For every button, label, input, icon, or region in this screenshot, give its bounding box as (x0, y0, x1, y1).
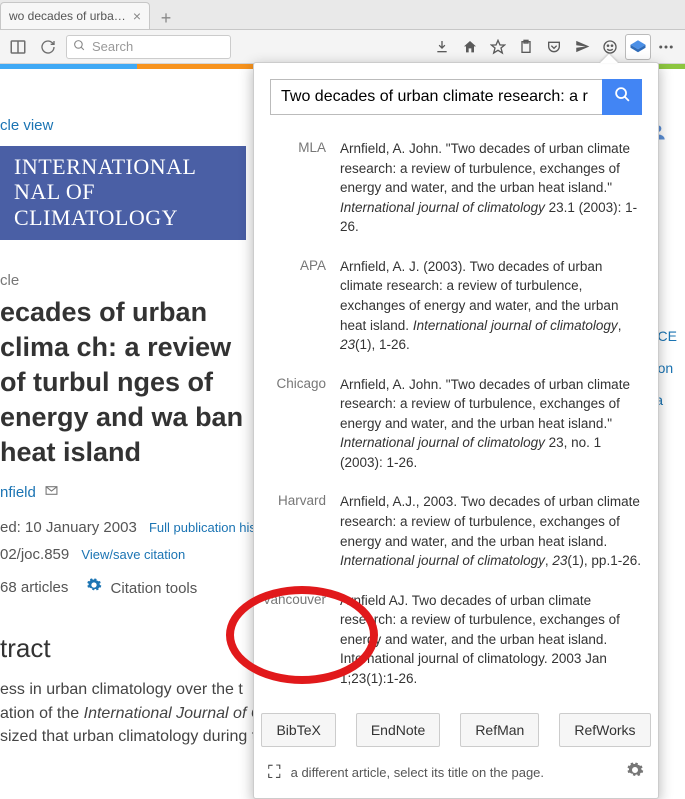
export-row: BibTeX EndNote RefMan RefWorks (254, 699, 658, 755)
tab-title: wo decades of urban clim… (9, 9, 127, 23)
citation-style-harvard[interactable]: Harvard Arnfield, A.J., 2003. Two decade… (254, 482, 658, 580)
tab-strip: wo decades of urban clim… × + (0, 0, 685, 30)
citation-search-button[interactable] (602, 79, 642, 115)
close-tab-icon[interactable]: × (133, 8, 141, 24)
doi-text: 02/joc.859 (0, 546, 69, 563)
cited-by-count[interactable]: 68 articles (0, 579, 68, 596)
author-link[interactable]: nfield (0, 484, 36, 501)
send-icon[interactable] (569, 34, 595, 60)
citation-style-mla[interactable]: MLA Arnfield, A. John. "Two decades of u… (254, 129, 658, 247)
article-title: ecades of urban clima ch: a review of tu… (0, 295, 246, 470)
citation-style-vancouver[interactable]: Vancouver Arnfield AJ. Two decades of ur… (254, 581, 658, 699)
downloads-icon[interactable] (429, 34, 455, 60)
export-bibtex-button[interactable]: BibTeX (261, 713, 335, 747)
view-save-citation[interactable]: View/save citation (81, 547, 185, 562)
gear-icon (86, 580, 106, 597)
citation-popup: MLA Arnfield, A. John. "Two decades of u… (253, 62, 659, 799)
pocket-icon[interactable] (541, 34, 567, 60)
search-icon (73, 39, 86, 55)
pub-history-link[interactable]: Full publication hist (149, 520, 260, 535)
bookmark-star-icon[interactable] (485, 34, 511, 60)
browser-tab[interactable]: wo decades of urban clim… × (0, 2, 150, 29)
citation-list: MLA Arnfield, A. John. "Two decades of u… (254, 129, 658, 699)
clipboard-icon[interactable] (513, 34, 539, 60)
published-date: 10 January 2003 (25, 519, 137, 536)
citation-style-chicago[interactable]: Chicago Arnfield, A. John. "Two decades … (254, 365, 658, 483)
popup-hint: a different article, select its title on… (291, 765, 544, 780)
reader-view-icon[interactable] (6, 35, 30, 59)
export-refworks-button[interactable]: RefWorks (559, 713, 650, 747)
published-label: ed: (0, 519, 21, 536)
expand-icon[interactable]: ⛶ (268, 762, 281, 783)
banner-line1: INTERNATIONAL (14, 154, 232, 179)
mail-icon[interactable] (44, 484, 59, 500)
export-endnote-button[interactable]: EndNote (356, 713, 440, 747)
zotero-extension-icon[interactable] (625, 34, 651, 60)
reload-icon[interactable] (36, 35, 60, 59)
search-placeholder: Search (92, 39, 133, 54)
browser-toolbar: Search (0, 30, 685, 64)
new-tab-button[interactable]: + (154, 7, 178, 29)
home-icon[interactable] (457, 34, 483, 60)
popup-settings-icon[interactable] (626, 761, 644, 784)
export-refman-button[interactable]: RefMan (460, 713, 539, 747)
browser-search-box[interactable]: Search (66, 35, 231, 59)
citation-style-apa[interactable]: APA Arnfield, A. J. (2003). Two decades … (254, 247, 658, 365)
citation-search-input[interactable] (270, 79, 602, 115)
menu-icon[interactable] (653, 34, 679, 60)
journal-banner: INTERNATIONAL NAL OF CLIMATOLOGY (0, 146, 246, 240)
citation-tools-link[interactable]: Citation tools (111, 580, 198, 597)
banner-line2: NAL OF CLIMATOLOGY (14, 179, 232, 230)
